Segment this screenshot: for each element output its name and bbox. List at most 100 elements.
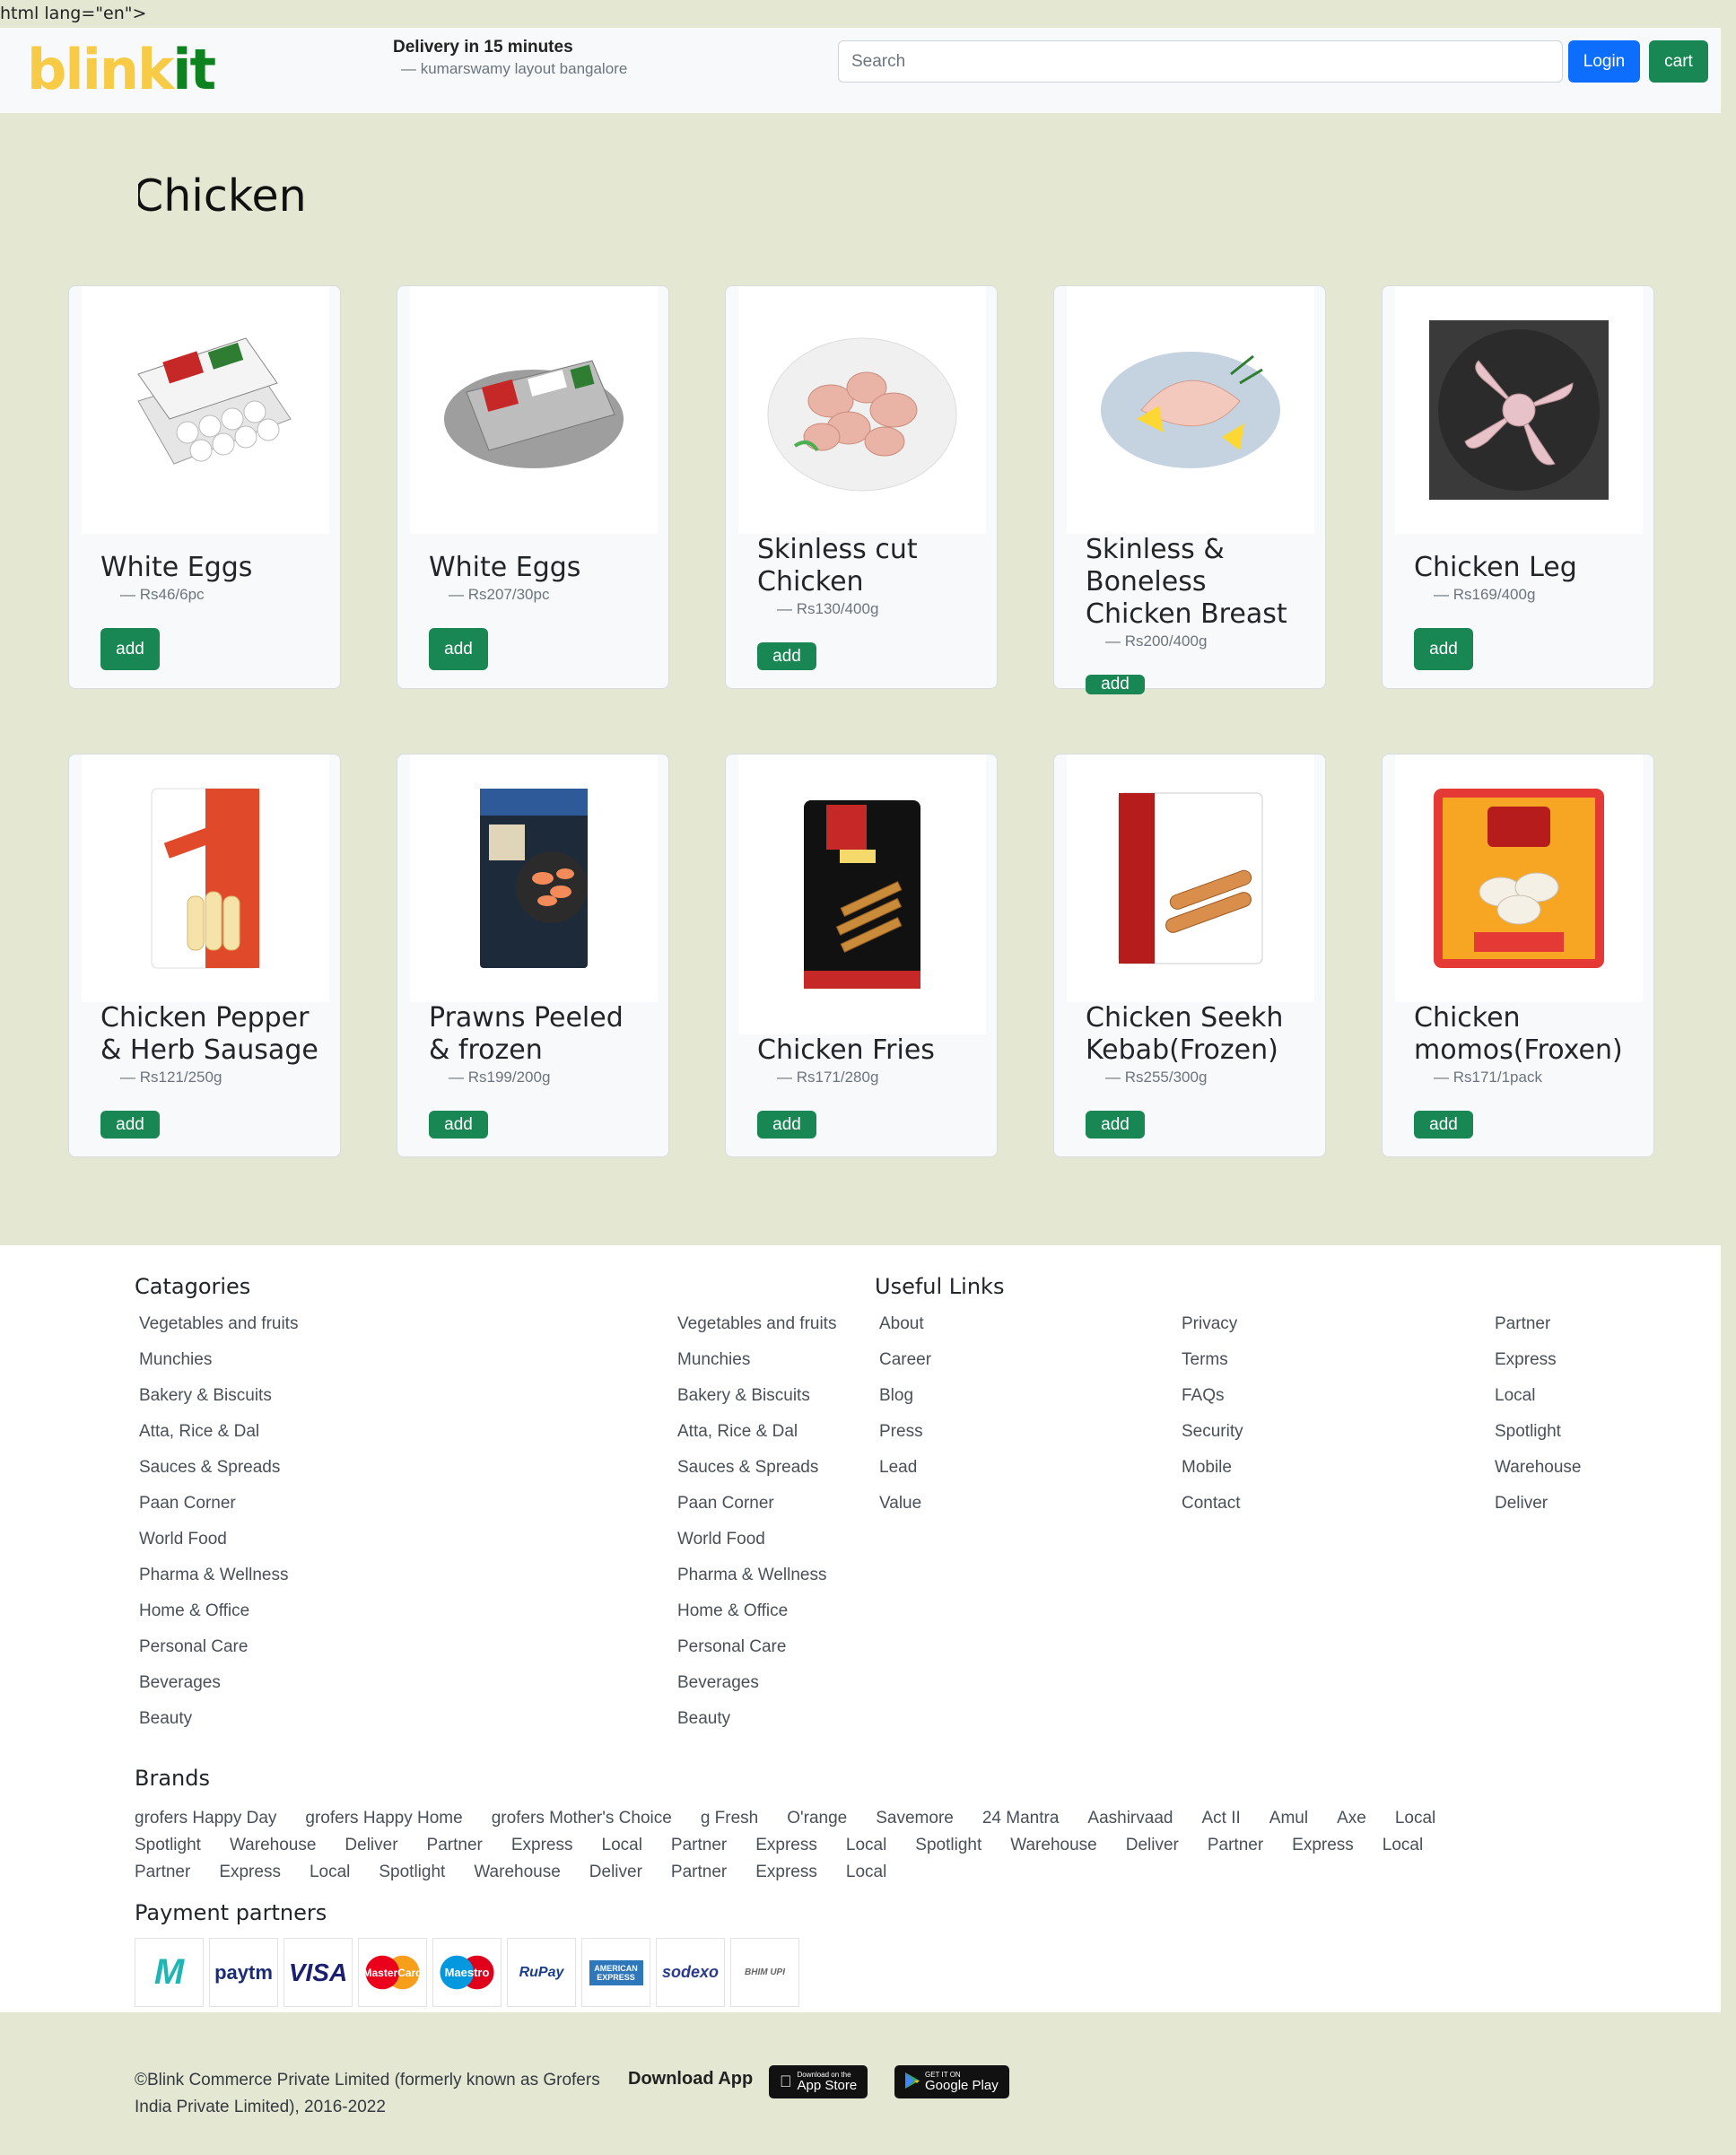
brand-link[interactable]: g Fresh: [701, 1805, 758, 1832]
footer-category-link[interactable]: Beauty: [677, 1708, 836, 1744]
brand-link[interactable]: Amul: [1269, 1805, 1308, 1832]
brand-link[interactable]: Local: [846, 1832, 886, 1859]
footer-useful-link[interactable]: Security: [1182, 1421, 1243, 1457]
brand-link[interactable]: Warehouse: [1010, 1832, 1096, 1859]
footer-category-link[interactable]: Personal Care: [677, 1636, 836, 1672]
chicken-breast-image[interactable]: [1067, 286, 1314, 534]
brand-link[interactable]: Deliver: [589, 1859, 642, 1886]
brand-link[interactable]: Local: [846, 1859, 886, 1886]
brand-link[interactable]: Deliver: [1126, 1832, 1179, 1859]
brand-link[interactable]: Spotlight: [379, 1859, 445, 1886]
chicken-pieces-image[interactable]: [738, 286, 986, 534]
search-input[interactable]: [838, 40, 1563, 83]
footer-useful-link[interactable]: Lead: [879, 1457, 931, 1493]
footer-useful-link[interactable]: Terms: [1182, 1349, 1243, 1385]
brand-link[interactable]: Local: [310, 1859, 350, 1886]
add-to-cart-button[interactable]: add: [429, 628, 488, 670]
footer-category-link[interactable]: Munchies: [139, 1349, 298, 1385]
brand-link[interactable]: Partner: [135, 1859, 190, 1886]
footer-category-link[interactable]: Bakery & Biscuits: [677, 1385, 836, 1421]
add-to-cart-button[interactable]: add: [757, 642, 816, 670]
brand-link[interactable]: Act II: [1201, 1805, 1240, 1832]
footer-useful-link[interactable]: Deliver: [1495, 1493, 1581, 1529]
brand-link[interactable]: grofers Mother's Choice: [492, 1805, 672, 1832]
brand-link[interactable]: Aashirvaad: [1087, 1805, 1173, 1832]
footer-category-link[interactable]: Sauces & Spreads: [139, 1457, 298, 1493]
add-to-cart-button[interactable]: add: [429, 1111, 488, 1139]
add-to-cart-button[interactable]: add: [757, 1111, 816, 1139]
add-to-cart-button[interactable]: add: [1414, 1111, 1473, 1139]
brand-link[interactable]: Warehouse: [230, 1832, 316, 1859]
footer-category-link[interactable]: Atta, Rice & Dal: [677, 1421, 836, 1457]
brand-link[interactable]: Local: [1395, 1805, 1435, 1832]
footer-category-link[interactable]: Vegetables and fruits: [139, 1313, 298, 1349]
add-to-cart-button[interactable]: add: [100, 628, 160, 670]
footer-category-link[interactable]: Home & Office: [139, 1601, 298, 1636]
footer-useful-link[interactable]: Local: [1495, 1385, 1581, 1421]
footer-useful-link[interactable]: Contact: [1182, 1493, 1243, 1529]
footer-category-link[interactable]: Beverages: [677, 1672, 836, 1708]
momos-pack-image[interactable]: [1395, 755, 1643, 1002]
cart-button[interactable]: cart: [1649, 40, 1708, 83]
footer-category-link[interactable]: Sauces & Spreads: [677, 1457, 836, 1493]
brand-link[interactable]: Express: [219, 1859, 281, 1886]
kebab-pack-image[interactable]: [1067, 755, 1314, 1002]
sausage-pack-image[interactable]: [82, 755, 329, 1002]
footer-category-link[interactable]: Paan Corner: [139, 1493, 298, 1529]
blinkit-logo[interactable]: blinkit: [27, 37, 216, 102]
add-to-cart-button[interactable]: add: [1414, 628, 1473, 670]
brand-link[interactable]: Express: [511, 1832, 573, 1859]
login-button[interactable]: Login: [1568, 40, 1640, 83]
prawns-pack-image[interactable]: [410, 755, 658, 1002]
brand-link[interactable]: Express: [755, 1859, 817, 1886]
footer-category-link[interactable]: World Food: [677, 1529, 836, 1565]
footer-category-link[interactable]: Beauty: [139, 1708, 298, 1744]
footer-category-link[interactable]: Pharma & Wellness: [677, 1565, 836, 1601]
brand-link[interactable]: Express: [1292, 1832, 1354, 1859]
egg-tray-large-image[interactable]: [410, 286, 658, 534]
brand-link[interactable]: grofers Happy Home: [305, 1805, 462, 1832]
brand-link[interactable]: grofers Happy Day: [135, 1805, 276, 1832]
footer-useful-link[interactable]: Express: [1495, 1349, 1581, 1385]
brand-link[interactable]: Partner: [671, 1832, 727, 1859]
brand-link[interactable]: Axe: [1337, 1805, 1366, 1832]
brand-link[interactable]: Local: [602, 1832, 642, 1859]
egg-tray-image[interactable]: [82, 286, 329, 534]
brand-link[interactable]: O'range: [787, 1805, 847, 1832]
brand-link[interactable]: Express: [755, 1832, 817, 1859]
delivery-info[interactable]: Delivery in 15 minutes — kumarswamy layo…: [393, 38, 627, 78]
footer-useful-link[interactable]: Privacy: [1182, 1313, 1243, 1349]
footer-category-link[interactable]: Pharma & Wellness: [139, 1565, 298, 1601]
chicken-leg-image[interactable]: [1395, 286, 1643, 534]
add-to-cart-button[interactable]: add: [100, 1111, 160, 1139]
footer-category-link[interactable]: Paan Corner: [677, 1493, 836, 1529]
footer-useful-link[interactable]: Warehouse: [1495, 1457, 1581, 1493]
footer-useful-link[interactable]: Value: [879, 1493, 931, 1529]
brand-link[interactable]: Savemore: [876, 1805, 954, 1832]
app-store-badge[interactable]:  Download on theApp Store: [769, 2065, 868, 2098]
footer-useful-link[interactable]: Mobile: [1182, 1457, 1243, 1493]
brand-link[interactable]: Partner: [1208, 1832, 1263, 1859]
footer-category-link[interactable]: Atta, Rice & Dal: [139, 1421, 298, 1457]
footer-useful-link[interactable]: Spotlight: [1495, 1421, 1581, 1457]
add-to-cart-button[interactable]: add: [1086, 1111, 1145, 1139]
footer-useful-link[interactable]: FAQs: [1182, 1385, 1243, 1421]
brand-link[interactable]: 24 Mantra: [982, 1805, 1060, 1832]
footer-category-link[interactable]: Vegetables and fruits: [677, 1313, 836, 1349]
brand-link[interactable]: Partner: [671, 1859, 727, 1886]
footer-category-link[interactable]: Beverages: [139, 1672, 298, 1708]
google-play-badge[interactable]: GET IT ON Google Play: [894, 2065, 1009, 2098]
brand-link[interactable]: Spotlight: [135, 1832, 201, 1859]
footer-useful-link[interactable]: Career: [879, 1349, 931, 1385]
footer-useful-link[interactable]: Press: [879, 1421, 931, 1457]
footer-category-link[interactable]: World Food: [139, 1529, 298, 1565]
add-to-cart-button[interactable]: add: [1086, 675, 1145, 694]
footer-useful-link[interactable]: About: [879, 1313, 931, 1349]
brand-link[interactable]: Spotlight: [915, 1832, 981, 1859]
brand-link[interactable]: Partner: [427, 1832, 483, 1859]
footer-useful-link[interactable]: Partner: [1495, 1313, 1581, 1349]
footer-category-link[interactable]: Personal Care: [139, 1636, 298, 1672]
footer-useful-link[interactable]: Blog: [879, 1385, 931, 1421]
footer-category-link[interactable]: Bakery & Biscuits: [139, 1385, 298, 1421]
fries-pack-image[interactable]: [738, 755, 986, 1034]
